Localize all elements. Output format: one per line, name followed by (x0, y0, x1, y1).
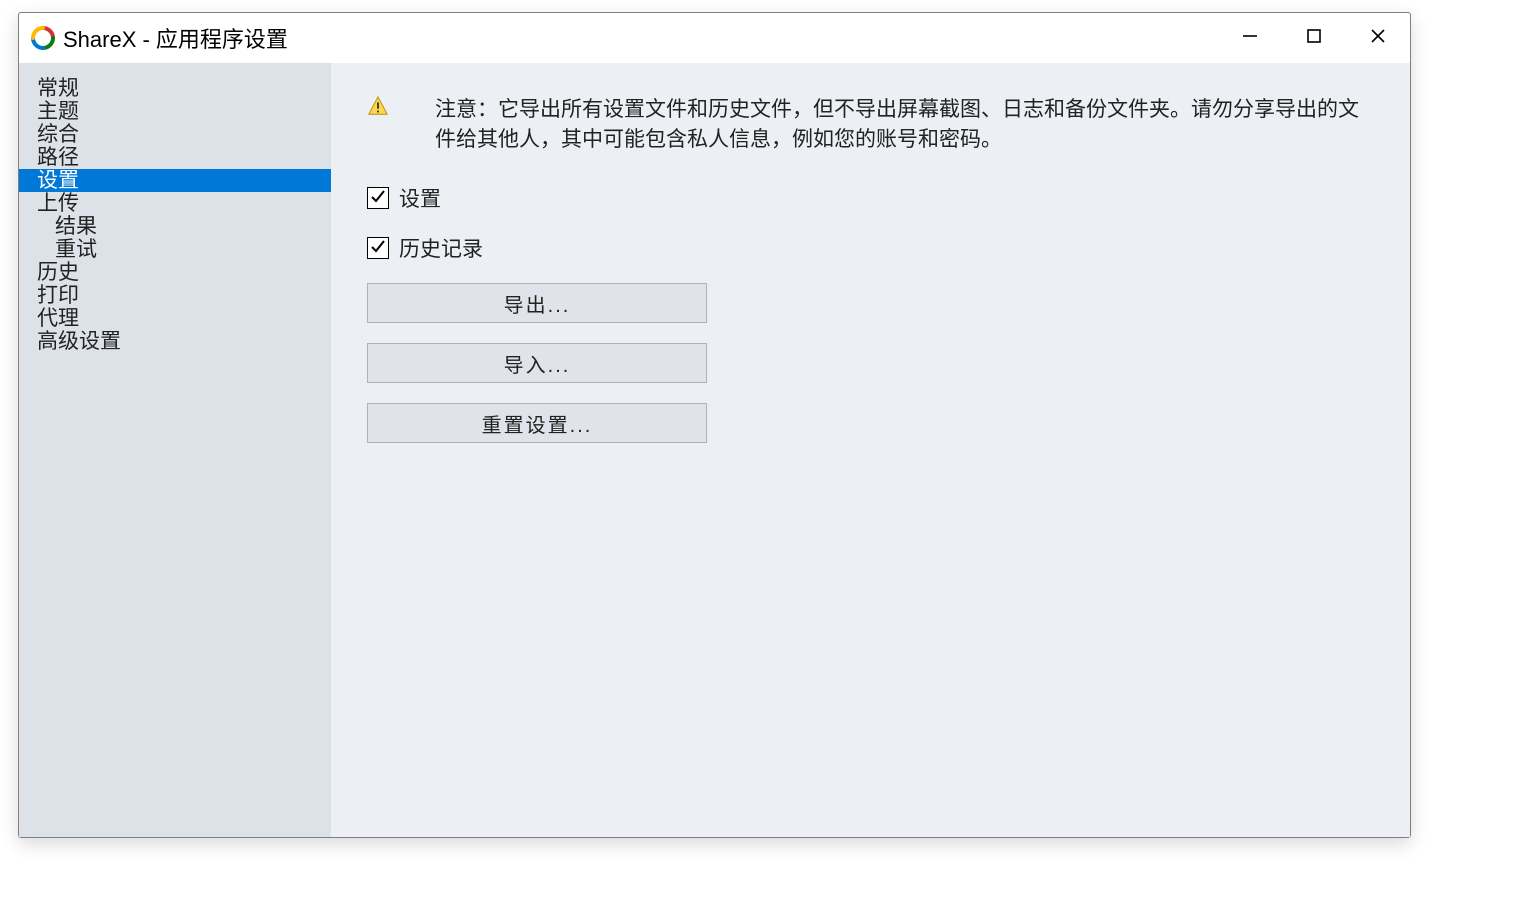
sidebar-item-paths[interactable]: 路径 (19, 146, 331, 169)
sidebar-item-general[interactable]: 常规 (19, 77, 331, 100)
sharex-logo-icon (31, 26, 55, 50)
check-icon (370, 188, 386, 209)
reset-button[interactable]: 重置设置... (367, 403, 707, 443)
sidebar-item-results[interactable]: 结果 (19, 215, 331, 238)
sidebar-item-theme[interactable]: 主题 (19, 100, 331, 123)
titlebar: ShareX - 应用程序设置 (19, 13, 1410, 63)
sidebar: 常规 主题 综合 路径 设置 上传 结果 重试 历史 打印 代理 高级设置 (19, 63, 331, 837)
minimize-button[interactable] (1218, 13, 1282, 63)
checkbox-history[interactable] (367, 237, 389, 259)
sidebar-item-history[interactable]: 历史 (19, 261, 331, 284)
checkbox-settings[interactable] (367, 187, 389, 209)
import-button[interactable]: 导入... (367, 343, 707, 383)
sidebar-item-advanced[interactable]: 高级设置 (19, 330, 331, 353)
close-button[interactable] (1346, 13, 1410, 63)
sidebar-item-settings[interactable]: 设置 (19, 169, 331, 192)
close-icon (1370, 28, 1386, 49)
maximize-icon (1306, 28, 1322, 49)
sidebar-item-print[interactable]: 打印 (19, 284, 331, 307)
sidebar-item-retry[interactable]: 重试 (19, 238, 331, 261)
sidebar-item-integration[interactable]: 综合 (19, 123, 331, 146)
minimize-icon (1242, 28, 1258, 49)
window-title: ShareX - 应用程序设置 (63, 22, 288, 54)
warning-text: 注意：它导出所有设置文件和历史文件，但不导出屏幕截图、日志和备份文件夹。请勿分享… (435, 95, 1374, 155)
checkbox-settings-label: 设置 (399, 183, 441, 213)
sidebar-item-proxy[interactable]: 代理 (19, 307, 331, 330)
window-body: 常规 主题 综合 路径 设置 上传 结果 重试 历史 打印 代理 高级设置 (19, 63, 1410, 837)
content-pane: 注意：它导出所有设置文件和历史文件，但不导出屏幕截图、日志和备份文件夹。请勿分享… (331, 63, 1410, 837)
export-button[interactable]: 导出... (367, 283, 707, 323)
warning-icon (367, 95, 389, 117)
check-icon (370, 238, 386, 259)
sidebar-item-upload[interactable]: 上传 (19, 192, 331, 215)
checkbox-history-label: 历史记录 (399, 233, 483, 263)
settings-window: ShareX - 应用程序设置 常规 主题 综合 路 (18, 12, 1411, 838)
maximize-button[interactable] (1282, 13, 1346, 63)
